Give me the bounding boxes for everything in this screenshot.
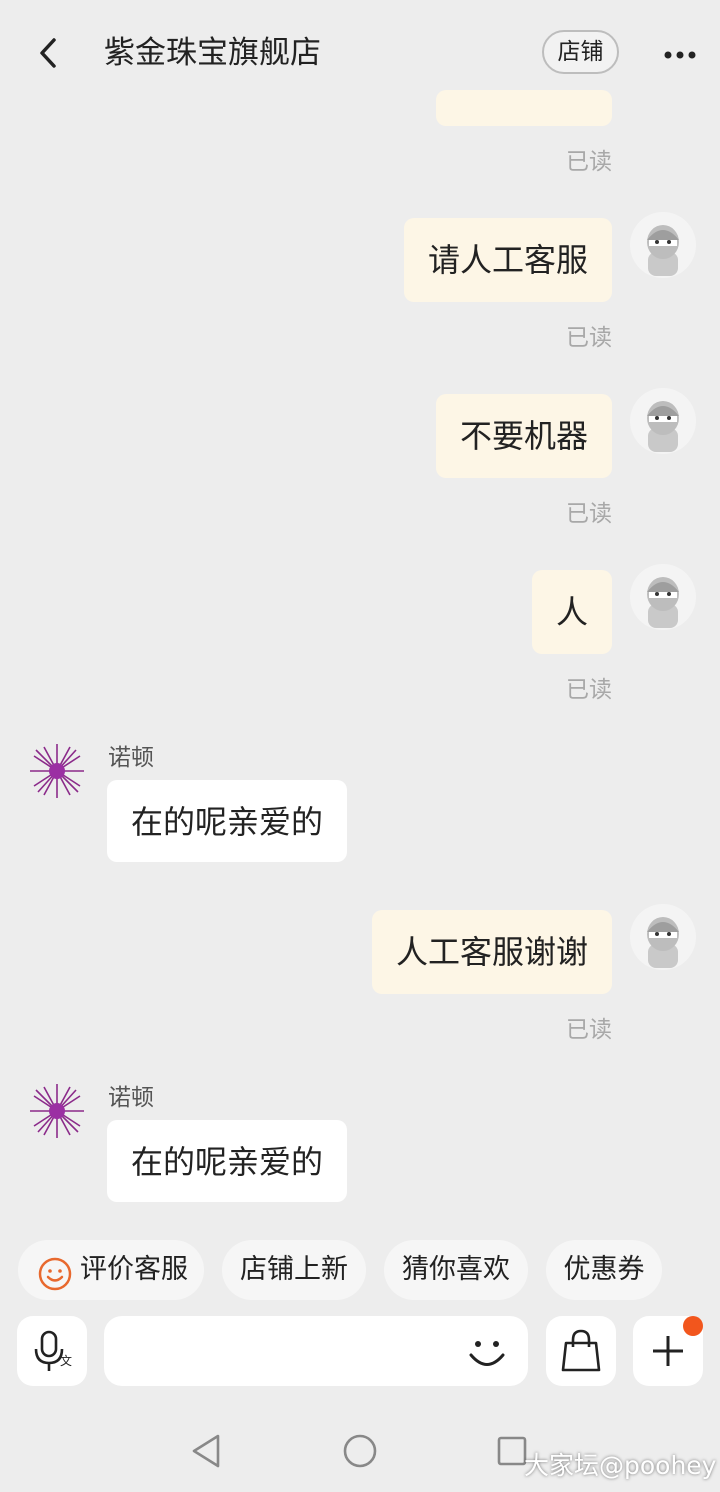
smile-icon (38, 1253, 72, 1291)
message-bubble-partial[interactable] (436, 90, 612, 126)
chevron-left-icon (40, 38, 56, 68)
read-status: 已读 (566, 149, 612, 175)
avatar-icon (647, 225, 679, 276)
user-avatar[interactable] (630, 904, 696, 970)
emoji-icon (469, 1341, 505, 1366)
user-avatar[interactable] (630, 564, 696, 630)
svg-text:文: 文 (60, 1353, 72, 1368)
message-bubble-self[interactable]: 人工客服谢谢 (372, 910, 612, 994)
user-avatar[interactable] (630, 212, 696, 278)
avatar-icon (647, 401, 679, 452)
read-status: 已读 (566, 501, 612, 527)
user-avatar[interactable] (630, 388, 696, 454)
recommendations-chip[interactable]: 猜你喜欢 (384, 1240, 528, 1300)
emoji-button[interactable] (464, 1330, 510, 1378)
watermark: 大家坛@poohey (524, 1451, 717, 1480)
store-button[interactable]: 店铺 (542, 30, 619, 74)
avatar-icon (647, 577, 679, 628)
coupons-chip[interactable]: 优惠券 (546, 1240, 662, 1300)
triangle-back-icon (192, 1434, 220, 1468)
message-bubble-self[interactable]: 不要机器 (436, 394, 612, 478)
read-status: 已读 (566, 677, 612, 703)
agent-name: 诺顿 (108, 1085, 154, 1111)
notification-dot (683, 1316, 703, 1336)
back-button[interactable] (30, 30, 70, 76)
top-bar: 紫金珠宝旗舰店 店铺 (0, 0, 720, 104)
starburst-avatar-icon (30, 1084, 84, 1138)
message-bubble-agent[interactable]: 在的呢亲爱的 (107, 780, 347, 862)
voice-input-button[interactable]: 文 (17, 1316, 87, 1386)
read-status: 已读 (566, 325, 612, 351)
circle-home-icon (343, 1434, 377, 1468)
nav-back-button[interactable] (188, 1432, 224, 1474)
more-dots-icon (664, 51, 696, 59)
agent-avatar[interactable] (28, 1082, 86, 1140)
shopping-bag-button[interactable] (546, 1316, 616, 1386)
rate-service-chip[interactable]: 评价客服 (18, 1240, 204, 1300)
more-actions-button[interactable] (633, 1316, 703, 1386)
nav-home-button[interactable] (342, 1433, 378, 1473)
page-title: 紫金珠宝旗舰店 (104, 35, 321, 71)
microphone-translate-icon: 文 (34, 1330, 72, 1371)
starburst-avatar-icon (30, 744, 84, 798)
shopping-bag-icon (561, 1329, 601, 1372)
chip-label: 评价客服 (80, 1254, 188, 1285)
more-options-button[interactable] (660, 46, 700, 59)
new-arrivals-chip[interactable]: 店铺上新 (222, 1240, 366, 1300)
message-bubble-agent[interactable]: 在的呢亲爱的 (107, 1120, 347, 1202)
message-bubble-self[interactable]: 人 (532, 570, 612, 654)
agent-avatar[interactable] (28, 742, 86, 800)
message-input[interactable] (104, 1316, 528, 1386)
avatar-icon (647, 917, 679, 968)
message-bubble-self[interactable]: 请人工客服 (404, 218, 612, 302)
read-status: 已读 (566, 1017, 612, 1043)
agent-name: 诺顿 (108, 745, 154, 771)
